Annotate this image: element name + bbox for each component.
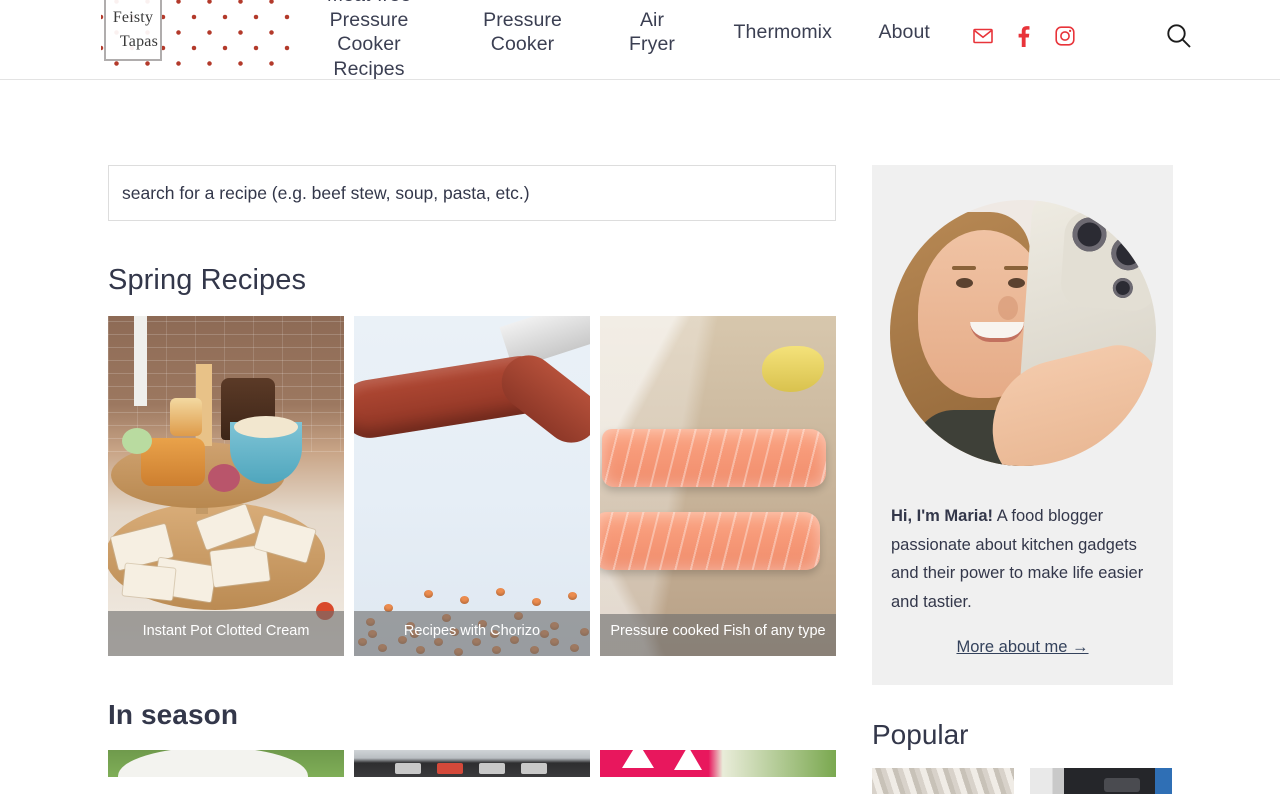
card-caption: Instant Pot Clotted Cream [108,611,344,656]
primary-navigation: Meat-free Pressure Cooker Recipes Pressu… [310,0,930,79]
in-season-card-1[interactable] [108,750,344,777]
about-widget: Hi, I'm Maria! A food blogger passionate… [872,165,1173,685]
social-links [973,25,1075,47]
nav-pressure-cooker[interactable]: Pressure Cooker [475,8,571,57]
pink-dish-photo [600,750,836,777]
instant-pot-panel-photo [354,750,590,777]
spring-recipes-row: Instant Pot Clotted Cream Recipes with C… [108,316,836,656]
recipe-card-chorizo[interactable]: Recipes with Chorizo [354,316,590,656]
page-body: Spring Recipes [0,81,1280,800]
in-season-card-2[interactable] [354,750,590,777]
logo-line-2: Tapas [119,32,158,50]
popular-thumb-2[interactable] [1030,768,1172,794]
nav-air-fryer[interactable]: Air Fryer [617,8,687,57]
site-header: Feisty Tapas Meat-free Pressure Cooker R… [0,0,1280,80]
search-icon[interactable] [1166,23,1192,49]
recipe-search-bar[interactable] [108,165,836,221]
bio-lead: Hi, I'm Maria! [891,507,994,525]
in-season-card-3[interactable] [600,750,836,777]
bio-paragraph: Hi, I'm Maria! A food blogger passionate… [890,502,1155,616]
nav-about[interactable]: About [878,20,929,45]
bowl-on-grass-photo [108,750,344,777]
afternoon-tea-photo [108,316,344,656]
card-caption: Pressure cooked Fish of any type [600,614,836,656]
avatar [890,200,1156,466]
nav-thermomix[interactable]: Thermomix [734,20,832,45]
recipe-card-clotted-cream[interactable]: Instant Pot Clotted Cream [108,316,344,656]
chorizo-photo [354,316,590,656]
popular-thumb-1[interactable] [872,768,1014,794]
card-caption: Recipes with Chorizo [354,611,590,656]
popular-heading: Popular [872,719,969,750]
logo-badge: Feisty Tapas [104,0,162,61]
instant-pot-photo [1030,768,1172,794]
in-season-heading: In season [108,699,239,730]
spring-recipes-heading: Spring Recipes [108,264,307,296]
popular-thumbs-row [872,768,1173,794]
instagram-icon[interactable] [1055,26,1075,46]
logo-line-1: Feisty [112,8,154,26]
recipe-card-fish[interactable]: Pressure cooked Fish of any type [600,316,836,656]
crinkled-foil-photo [872,768,1014,794]
facebook-icon[interactable] [1014,25,1034,47]
email-icon[interactable] [973,26,993,46]
main-content: Spring Recipes [108,165,836,777]
site-logo[interactable]: Feisty Tapas [101,0,297,73]
sidebar: Hi, I'm Maria! A food blogger passionate… [872,165,1173,794]
nav-meat-free-pressure-cooker-recipes[interactable]: Meat-free Pressure Cooker Recipes [310,0,428,79]
search-input[interactable] [122,182,835,204]
more-about-me-link[interactable]: More about me → [890,638,1155,657]
in-season-row [108,750,836,777]
salmon-photo [600,316,836,656]
